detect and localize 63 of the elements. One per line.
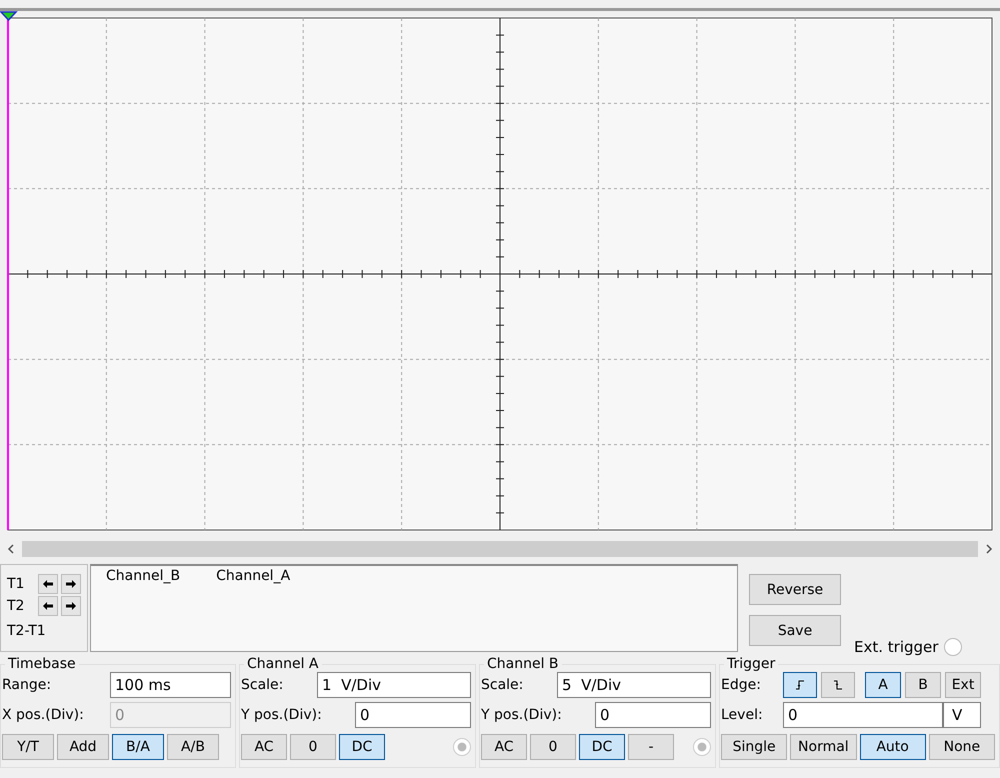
- coupling-button[interactable]: AC: [241, 734, 287, 760]
- cursor-label: T1: [7, 576, 26, 592]
- field-label: Y pos.(Div):: [241, 707, 323, 723]
- falling-edge-icon: [833, 680, 843, 690]
- y-position-field[interactable]: 0: [595, 702, 711, 728]
- trigger-mode-button[interactable]: None: [928, 734, 995, 760]
- scale-field[interactable]: 1 V/Div: [317, 672, 471, 698]
- rising-edge-button[interactable]: [783, 672, 817, 698]
- field-label: Level:: [721, 707, 764, 723]
- cursor-difference-label: T2-T1: [7, 623, 47, 639]
- coupling-button[interactable]: 0: [530, 734, 576, 760]
- trigger-mode-button[interactable]: Single: [721, 734, 788, 760]
- trigger-mode-button[interactable]: Auto: [860, 734, 926, 760]
- group-title: Channel B: [486, 656, 560, 672]
- coupling-button[interactable]: AC: [481, 734, 527, 760]
- display-mode-button[interactable]: B/A: [112, 734, 164, 760]
- coupling-button[interactable]: DC: [339, 734, 385, 760]
- trigger-source-button[interactable]: A: [865, 672, 901, 698]
- scroll-left-icon[interactable]: [7, 544, 15, 554]
- group-title: Channel A: [246, 656, 320, 672]
- group-title: Timebase: [7, 656, 77, 672]
- right-arrow-icon: [66, 580, 76, 588]
- coupling-button[interactable]: DC: [579, 734, 625, 760]
- move-right-button[interactable]: [61, 574, 81, 594]
- scale-field[interactable]: 5 V/Div: [557, 672, 711, 698]
- move-left-button[interactable]: [38, 596, 58, 616]
- move-left-button[interactable]: [38, 574, 58, 594]
- move-right-button[interactable]: [61, 596, 81, 616]
- coupling-button[interactable]: 0: [290, 734, 336, 760]
- trigger-source-button[interactable]: Ext: [945, 672, 981, 698]
- trigger-level-field[interactable]: 0: [783, 702, 943, 728]
- group-title: Trigger: [726, 656, 776, 672]
- ext-trigger-label: Ext. trigger: [854, 638, 938, 656]
- field-label: Y pos.(Div):: [481, 707, 563, 723]
- right-arrow-icon: [66, 602, 76, 610]
- rising-edge-icon: [795, 680, 805, 690]
- trigger-source-button[interactable]: B: [905, 672, 941, 698]
- field-label: Range:: [2, 677, 52, 693]
- horizontal-scrollbar[interactable]: [22, 541, 978, 557]
- range-field[interactable]: 100 ms: [110, 672, 231, 698]
- field-label: Scale:: [481, 677, 524, 693]
- y-position-field[interactable]: 0: [355, 702, 471, 728]
- display-mode-button[interactable]: Y/T: [2, 734, 54, 760]
- action-button[interactable]: Save: [749, 615, 841, 646]
- field-label: Edge:: [721, 677, 762, 693]
- indicator-icon: [453, 738, 471, 756]
- indicator-icon: [693, 738, 711, 756]
- legend-item: Channel_A: [216, 568, 290, 584]
- coupling-button[interactable]: -: [628, 734, 674, 760]
- field-label: X pos.(Div):: [2, 707, 85, 723]
- display-mode-button[interactable]: Add: [57, 734, 109, 760]
- falling-edge-button[interactable]: [821, 672, 855, 698]
- field-label: Scale:: [241, 677, 284, 693]
- left-arrow-icon: [43, 602, 53, 610]
- left-arrow-icon: [43, 580, 53, 588]
- action-button[interactable]: Reverse: [749, 574, 841, 605]
- ext-trigger-radio[interactable]: [944, 638, 962, 656]
- display-mode-button[interactable]: A/B: [167, 734, 219, 760]
- unit-label: V: [943, 702, 981, 728]
- cursor-label: T2: [7, 598, 26, 614]
- trigger-mode-button[interactable]: Normal: [790, 734, 856, 760]
- legend-item: Channel_B: [106, 568, 180, 584]
- scroll-right-icon[interactable]: [985, 544, 993, 554]
